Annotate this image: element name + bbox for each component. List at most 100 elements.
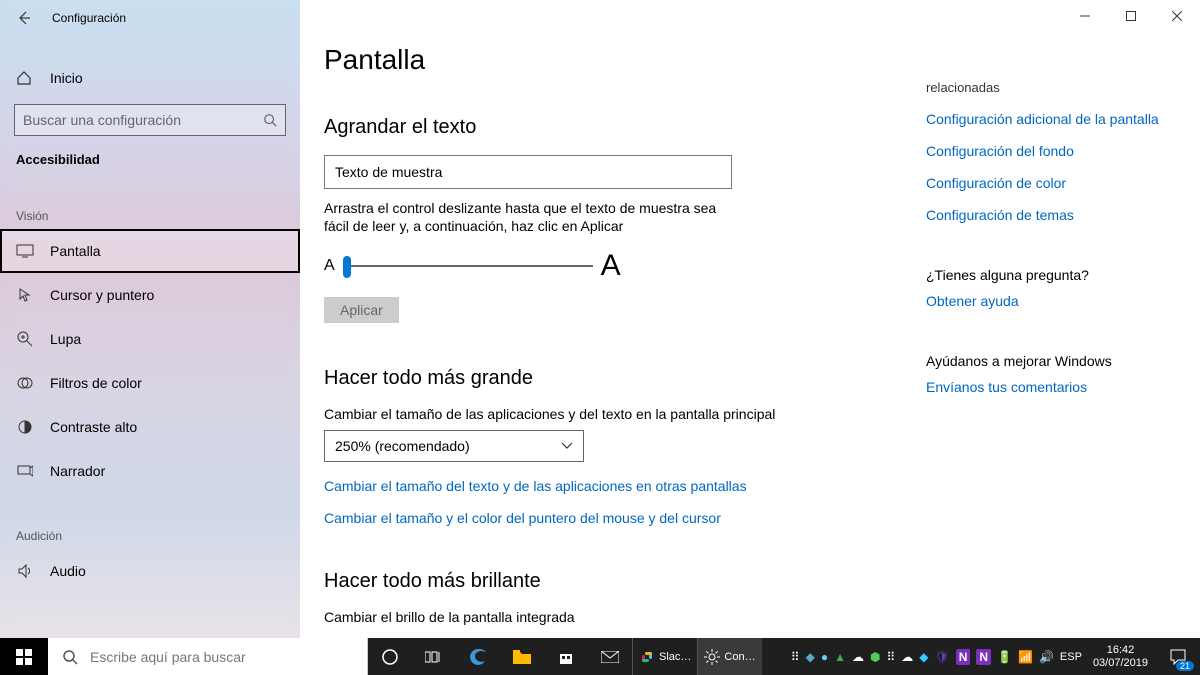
sample-text-box: Texto de muestra	[324, 155, 732, 189]
sidebar-item-audio[interactable]: Audio	[0, 549, 300, 593]
sidebar-item-lupa[interactable]: Lupa	[0, 317, 300, 361]
tray-wifi-icon[interactable]: 📶	[1018, 650, 1033, 664]
tray-icon[interactable]: 🛡	[934, 650, 949, 664]
taskbar-app-label: Slac…	[659, 651, 691, 663]
tray-icon[interactable]: ◆	[919, 650, 928, 664]
tray-icon[interactable]: ▲	[834, 650, 846, 664]
section-enlarge-text: Agrandar el texto	[324, 116, 906, 139]
mail-icon[interactable]	[588, 638, 632, 675]
clock-date: 03/07/2019	[1093, 657, 1148, 669]
magnifier-icon	[16, 330, 34, 348]
maximize-button[interactable]	[1108, 0, 1154, 32]
task-view-icon[interactable]	[412, 638, 456, 675]
notification-badge: 21	[1176, 661, 1194, 671]
taskbar-clock[interactable]: 16:42 03/07/2019	[1085, 644, 1156, 668]
cortana-icon[interactable]	[368, 638, 412, 675]
tray-icon[interactable]: ◆	[806, 650, 815, 664]
search-icon	[62, 649, 78, 665]
settings-search-input[interactable]: Buscar una configuración	[14, 104, 286, 136]
clock-time: 16:42	[1093, 644, 1148, 656]
related-link[interactable]: Configuración de temas	[926, 207, 1176, 223]
close-button[interactable]	[1154, 0, 1200, 32]
slider-hint: Arrastra el control deslizante hasta que…	[324, 199, 732, 235]
sidebar-item-pantalla[interactable]: Pantalla	[0, 229, 300, 273]
color-filter-icon	[16, 374, 34, 392]
slider-label-small: A	[324, 257, 335, 275]
group-audicion-label: Audición	[0, 493, 300, 549]
contrast-icon	[16, 418, 34, 436]
slider-label-big: A	[601, 249, 621, 283]
narrator-icon	[16, 462, 34, 480]
feedback-link[interactable]: Envíanos tus comentarios	[926, 379, 1176, 395]
question-heading: ¿Tienes alguna pregunta?	[926, 267, 1176, 283]
home-label: Inicio	[50, 70, 83, 86]
related-link[interactable]: Configuración del fondo	[926, 143, 1176, 159]
sidebar-item-contraste[interactable]: Contraste alto	[0, 405, 300, 449]
tray-icon[interactable]: ☁	[852, 650, 864, 664]
sidebar: Configuración Inicio Buscar una configur…	[0, 0, 300, 638]
sidebar-item-narrador[interactable]: Narrador	[0, 449, 300, 493]
tray-language[interactable]: ESP	[1060, 651, 1082, 663]
main-content: Pantalla Agrandar el texto Texto de mues…	[300, 0, 1200, 638]
sidebar-item-label: Filtros de color	[50, 375, 142, 391]
related-link[interactable]: Configuración de color	[926, 175, 1176, 191]
explorer-icon[interactable]	[500, 638, 544, 675]
back-button[interactable]	[8, 2, 40, 34]
store-icon[interactable]	[544, 638, 588, 675]
tray-icon[interactable]: ⠿	[886, 650, 895, 664]
taskbar-app-configuracion[interactable]: Con…	[697, 638, 761, 675]
improve-heading: Ayúdanos a mejorar Windows	[926, 353, 1176, 369]
right-column: relacionadas Configuración adicional de …	[926, 0, 1176, 638]
tray-icon[interactable]: 🔋	[997, 650, 1012, 664]
section-make-bigger: Hacer todo más grande	[324, 367, 906, 390]
start-button[interactable]	[0, 638, 48, 675]
apply-button[interactable]: Aplicar	[324, 297, 399, 323]
scale-dropdown[interactable]: 250% (recomendado)	[324, 430, 584, 462]
search-placeholder: Buscar una configuración	[23, 112, 181, 128]
link-other-displays[interactable]: Cambiar el tamaño del texto y de las apl…	[324, 478, 906, 494]
chevron-down-icon	[561, 442, 573, 450]
tray-volume-icon[interactable]: 🔊	[1039, 650, 1054, 664]
window-title: Configuración	[52, 11, 126, 25]
edge-icon[interactable]	[456, 638, 500, 675]
sidebar-item-label: Lupa	[50, 331, 81, 347]
taskbar-app-label: Con…	[724, 651, 755, 663]
group-vision-label: Visión	[0, 173, 300, 229]
link-cursor-settings[interactable]: Cambiar el tamaño y el color del puntero…	[324, 510, 906, 526]
slider-track[interactable]	[343, 265, 593, 267]
display-icon	[16, 242, 34, 260]
page-title: Pantalla	[324, 44, 906, 76]
taskbar-app-slack[interactable]: Slac…	[632, 638, 697, 675]
taskbar: Escribe aquí para buscar Slac… Con… ⠿ ◆ …	[0, 638, 1200, 675]
related-link[interactable]: Configuración adicional de la pantalla	[926, 111, 1176, 127]
tray-icon[interactable]: N	[976, 649, 991, 665]
section-accessibility: Accesibilidad	[0, 136, 300, 173]
action-center-icon[interactable]: 21	[1156, 638, 1200, 675]
tray-icon[interactable]: ☁	[901, 650, 913, 664]
home-nav[interactable]: Inicio	[0, 60, 300, 96]
help-link[interactable]: Obtener ayuda	[926, 293, 1176, 309]
slider-thumb[interactable]	[343, 256, 351, 278]
text-size-slider[interactable]: A A	[324, 249, 906, 283]
sidebar-item-label: Pantalla	[50, 243, 101, 259]
sidebar-item-label: Contraste alto	[50, 419, 137, 435]
tray-icon[interactable]: ●	[821, 650, 828, 664]
cursor-icon	[16, 286, 34, 304]
scale-label: Cambiar el tamaño de las aplicaciones y …	[324, 406, 906, 422]
sidebar-item-label: Audio	[50, 563, 86, 579]
brightness-label: Cambiar el brillo de la pantalla integra…	[324, 609, 906, 625]
sidebar-item-filtros[interactable]: Filtros de color	[0, 361, 300, 405]
tray-icon[interactable]: N	[956, 649, 971, 665]
tray-icon[interactable]: ⬢	[870, 650, 880, 664]
taskbar-search[interactable]: Escribe aquí para buscar	[48, 638, 368, 675]
tray-icon[interactable]: ⠿	[791, 650, 800, 664]
sidebar-item-label: Cursor y puntero	[50, 287, 154, 303]
taskbar-search-placeholder: Escribe aquí para buscar	[90, 649, 246, 665]
section-brighter: Hacer todo más brillante	[324, 570, 906, 593]
sidebar-item-cursor[interactable]: Cursor y puntero	[0, 273, 300, 317]
dropdown-value: 250% (recomendado)	[335, 438, 470, 454]
system-tray[interactable]: ⠿ ◆ ● ▲ ☁ ⬢ ⠿ ☁ ◆ 🛡 N N 🔋 📶 🔊 ESP 16:42 …	[788, 638, 1200, 675]
audio-icon	[16, 562, 34, 580]
minimize-button[interactable]	[1062, 0, 1108, 32]
related-heading: relacionadas	[926, 80, 1176, 95]
